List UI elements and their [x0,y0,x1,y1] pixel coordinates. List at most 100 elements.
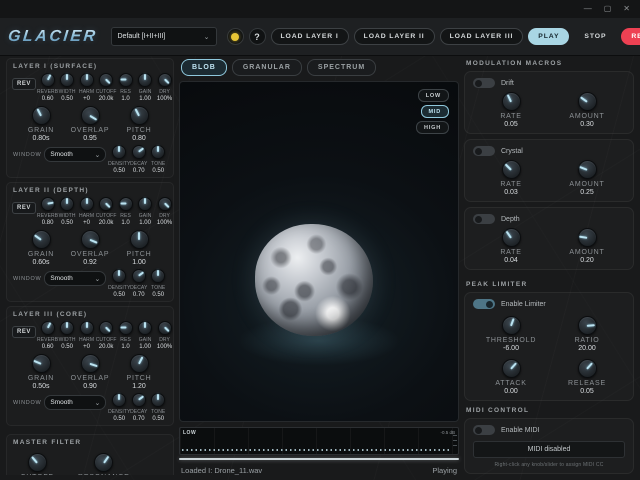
layer3-tone-value: 0.50 [152,416,165,422]
macro-depth-amount-knob[interactable] [577,228,597,247]
midi-control-card: Enable MIDI MIDI disabled Right-click an… [464,418,634,474]
limiter-attack-knob[interactable] [501,359,521,378]
help-button[interactable]: ? [248,28,266,45]
layer2-overlap-knob[interactable] [80,230,100,249]
layer1-rev-button[interactable]: REV [12,78,36,90]
layer3-dry-group: DRY 100% [155,321,174,350]
band-high-button[interactable]: HIGH [416,121,449,134]
layer3-pitch-knob[interactable] [129,354,149,373]
macro-depth-rate-value: 0.04 [504,257,518,264]
blob-3d-view[interactable]: LOW MID HIGH [179,81,459,422]
layer3-decay-knob[interactable] [131,393,146,407]
layer2-tone-knob[interactable] [151,269,166,283]
layer2-width-knob[interactable] [60,197,75,211]
macro-crystal-toggle[interactable] [473,146,495,156]
layer2-decay-knob[interactable] [131,269,146,283]
stop-button[interactable]: STOP [574,28,616,45]
layer3-decay-group: DECAY 0.70 [129,393,149,422]
layer1-reverb-knob[interactable] [40,73,55,87]
layer3-width-knob[interactable] [60,321,75,335]
layer3-gain-knob[interactable] [138,321,153,335]
macro-drift-rate-knob[interactable] [501,92,521,111]
layer2-grain-knob[interactable] [31,230,51,249]
layer1-gain-label: GAIN [138,89,152,95]
tab-granular[interactable]: GRANULAR [231,59,302,76]
layer1-window-select[interactable]: Smooth ⌄ [44,147,107,162]
master-resonance-group: RESONANCE1.0 [78,453,130,475]
maximize-icon[interactable]: ▢ [604,5,612,13]
band-mid-button[interactable]: MID [420,105,449,118]
master-cutoff-knob[interactable] [27,453,47,472]
layer1-width-knob[interactable] [60,73,75,87]
limiter-threshold-knob[interactable] [501,316,521,335]
midi-toggle[interactable] [473,425,495,435]
layer2-gain-knob[interactable] [138,197,153,211]
master-resonance-knob[interactable] [94,453,114,472]
limiter-toggle[interactable] [473,299,495,309]
knob-pointer-icon [120,203,126,205]
layer1-dry-knob[interactable] [157,73,172,87]
layer1-gain-group: GAIN 1.00 [135,73,155,102]
layer3-res-knob[interactable] [118,321,133,335]
tab-blob[interactable]: BLOB [181,59,227,76]
knob-pointer-icon [506,93,512,102]
status-indicator-button[interactable] [226,28,244,45]
layer1-overlap-knob[interactable] [80,106,100,125]
layer1-density-knob[interactable] [112,145,127,159]
layer1-grain-knob[interactable] [31,106,51,125]
limiter-release-knob[interactable] [577,359,597,378]
band-low-button[interactable]: LOW [417,89,449,102]
layer3-harm-knob[interactable] [79,321,94,335]
layer3-overlap-knob[interactable] [80,354,100,373]
macro-depth-rate-knob[interactable] [501,228,521,247]
layer2-density-knob[interactable] [112,269,127,283]
layer2-reverb-knob[interactable] [40,197,55,211]
layer1-gain-knob[interactable] [138,73,153,87]
knob-pointer-icon [163,79,170,85]
layer1-tone-knob[interactable] [151,145,166,159]
layer1-cutoff-group: CUTOFF 20.0k [96,73,116,102]
midi-status-bar[interactable]: MIDI disabled [473,441,625,458]
tab-spectrum[interactable]: SPECTRUM [306,59,377,76]
close-icon[interactable]: ✕ [623,5,630,13]
layer3-window-select[interactable]: Smooth ⌄ [44,395,107,410]
layer1-res-knob[interactable] [118,73,133,87]
record-button[interactable]: RECORD [621,28,640,45]
load-layer-2-button[interactable]: LOAD LAYER II [353,28,435,45]
master-filter-knobs: CUTOFF6.0k RESONANCE1.0 [12,449,168,475]
layer2-cutoff-knob[interactable] [99,197,114,211]
layer3-reverb-knob[interactable] [40,321,55,335]
play-button[interactable]: PLAY [528,28,570,45]
load-layer-1-button[interactable]: LOAD LAYER I [270,28,349,45]
macro-crystal-rate-knob[interactable] [501,160,521,179]
layer2-pitch-knob[interactable] [129,230,149,249]
macro-drift-toggle[interactable] [473,78,495,88]
layer3-grain-knob[interactable] [31,354,51,373]
layer1-decay-knob[interactable] [131,145,146,159]
layer2-dry-knob[interactable] [157,197,172,211]
layer2-harm-knob[interactable] [79,197,94,211]
meter-ticks [453,435,457,449]
load-layer-3-button[interactable]: LOAD LAYER III [439,28,524,45]
macro-drift-amount-knob[interactable] [577,92,597,111]
limiter-ratio-knob[interactable] [577,316,597,335]
layer3-tone-knob[interactable] [151,393,166,407]
layer2-width-value: 0.50 [61,220,73,226]
macro-crystal-amount-value: 0.25 [580,189,594,196]
macro-crystal-amount-knob[interactable] [577,160,597,179]
layer2-rev-button[interactable]: REV [12,202,36,214]
layer3-rev-button[interactable]: REV [12,326,36,338]
layer2-res-knob[interactable] [118,197,133,211]
preset-select[interactable]: Default [I+II+III] ⌄ [110,27,217,46]
layer1-harm-label: HARM [79,89,95,95]
layer1-pitch-knob[interactable] [129,106,149,125]
layer3-dry-knob[interactable] [157,321,172,335]
layer1-harm-knob[interactable] [79,73,94,87]
minimize-icon[interactable]: — [584,5,592,13]
playback-progress-bar[interactable] [179,458,459,460]
layer1-cutoff-knob[interactable] [99,73,114,87]
macro-depth-toggle[interactable] [473,214,495,224]
layer3-density-knob[interactable] [112,393,127,407]
layer2-window-select[interactable]: Smooth ⌄ [44,271,107,286]
layer3-cutoff-knob[interactable] [99,321,114,335]
